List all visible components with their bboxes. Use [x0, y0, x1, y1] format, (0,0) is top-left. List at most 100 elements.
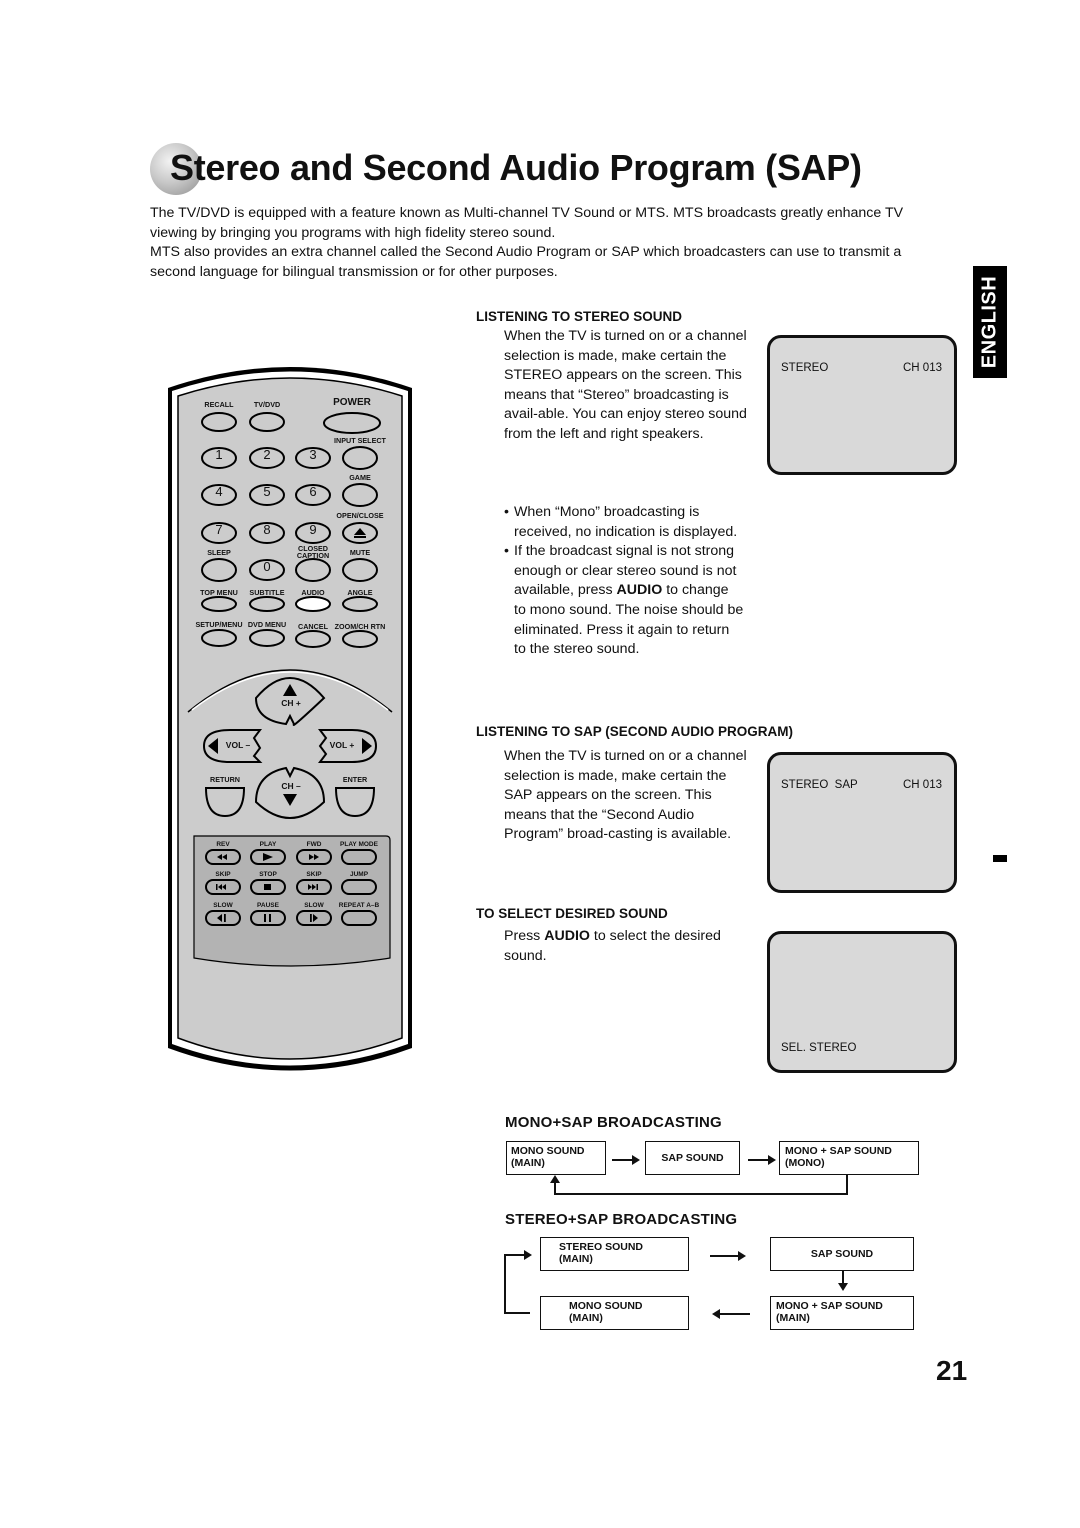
flow-arrow — [710, 1255, 740, 1257]
stereo-section-body: When the TV is turned on or a channel se… — [504, 327, 748, 445]
flow-box-stereo-main: STEREO SOUND (MAIN) — [540, 1237, 689, 1271]
top-menu-label: TOP MENU — [200, 588, 238, 597]
stereo-notes: When “Mono” broadcasting is received, no… — [504, 503, 744, 660]
play-mode-label: PLAY MODE — [340, 841, 378, 848]
cancel-label: CANCEL — [298, 622, 328, 631]
flow-return-line — [504, 1254, 506, 1314]
select-section-body: Press AUDIO to select the desired sound. — [504, 927, 724, 966]
intro-text: The TV/DVD is equipped with a feature kn… — [150, 204, 950, 282]
sleep-label: SLEEP — [207, 548, 231, 557]
tv-screen-select: SEL. STEREO — [767, 931, 957, 1073]
stereo-section-heading: LISTENING TO STEREO SOUND — [476, 309, 683, 324]
subtitle-label: SUBTITLE — [249, 588, 285, 597]
slow-fwd-label: SLOW — [304, 902, 324, 909]
fwd-label: FWD — [306, 841, 322, 848]
angle-label: ANGLE — [347, 588, 373, 597]
page-title: Stereo and Second Audio Program (SAP) — [170, 147, 862, 188]
screen-channel: CH 013 — [903, 779, 942, 791]
slow-back-label: SLOW — [213, 902, 233, 909]
select-description: Press AUDIO to select the desired sound. — [504, 928, 721, 964]
digit-5: 5 — [263, 484, 271, 499]
stereo-description: When the TV is turned on or a channel se… — [504, 328, 747, 442]
sap-section-heading: LISTENING TO SAP (SECOND AUDIO PROGRAM) — [476, 724, 794, 739]
screen-indicator-stereo: STEREO — [781, 362, 829, 374]
zoom-ch-rtn-label: ZOOM/CH RTN — [334, 622, 386, 631]
flow-return-line — [504, 1254, 526, 1256]
note-mono: When “Mono” broadcasting is received, no… — [504, 503, 744, 542]
digit-1: 1 — [215, 447, 223, 462]
select-section-heading: TO SELECT DESIRED SOUND — [476, 906, 668, 921]
open-close-label: OPEN/CLOSE — [336, 511, 384, 520]
tv-screen-stereo: STEREO CH 013 — [767, 335, 957, 475]
remote-labels: RECALL TV/DVD POWER INPUT SELECT GAME OP… — [160, 358, 420, 1118]
arrow-head-icon — [550, 1175, 560, 1183]
rev-label: REV — [216, 841, 230, 848]
arrow-head-icon — [712, 1309, 720, 1319]
setup-menu-label: SETUP/MENU — [195, 620, 243, 629]
jump-label: JUMP — [349, 871, 369, 878]
intro-paragraph: The TV/DVD is equipped with a feature kn… — [150, 205, 904, 241]
recall-label: RECALL — [204, 400, 234, 409]
skip-fwd-label: SKIP — [306, 871, 322, 878]
flow-box-mono-main: MONO SOUND (MAIN) — [540, 1296, 689, 1330]
flow-arrow — [748, 1159, 770, 1161]
margin-mark — [993, 855, 1007, 862]
repeat-ab-label: REPEAT A–B — [338, 902, 380, 909]
language-tab-label: ENGLISH — [978, 275, 1001, 369]
dvd-menu-label: DVD MENU — [247, 620, 287, 629]
input-select-label: INPUT SELECT — [334, 436, 386, 445]
page-number: 21 — [936, 1355, 968, 1386]
game-label: GAME — [349, 473, 371, 482]
power-label: POWER — [333, 397, 371, 408]
ch-minus-label: CH – — [281, 781, 301, 791]
flow-box-mono-main: MONO SOUND (MAIN) — [506, 1141, 606, 1175]
stereo-sap-heading: STEREO+SAP BROADCASTING — [505, 1211, 738, 1228]
flow-box-sap: SAP SOUND — [770, 1237, 914, 1271]
digit-3: 3 — [309, 447, 317, 462]
screen-indicator-sel-stereo: SEL. STEREO — [781, 1042, 857, 1054]
arrow-head-icon — [738, 1251, 746, 1261]
digit-2: 2 — [263, 447, 271, 462]
sap-description: When the TV is turned on or a channel se… — [504, 748, 747, 843]
arrow-head-icon — [838, 1283, 848, 1291]
digit-7: 7 — [215, 522, 223, 537]
digit-8: 8 — [263, 522, 271, 537]
ch-plus-label: CH + — [281, 698, 301, 708]
note-weak-signal: If the broadcast signal is not strong en… — [504, 542, 744, 660]
screen-channel: CH 013 — [903, 362, 942, 374]
language-tab: ENGLISH — [973, 266, 1007, 378]
mono-sap-heading: MONO+SAP BROADCASTING — [505, 1114, 722, 1131]
screen-indicator-stereo-sap: STEREO SAP — [781, 779, 858, 791]
play-label: PLAY — [259, 841, 277, 848]
arrow-head-icon — [524, 1250, 532, 1260]
flow-box-mono-sap-mono: MONO + SAP SOUND (MONO) — [779, 1141, 919, 1175]
audio-label: AUDIO — [301, 588, 325, 597]
digit-4: 4 — [215, 484, 223, 499]
digit-9: 9 — [309, 522, 317, 537]
flow-return-line — [554, 1193, 848, 1195]
flow-return-line — [554, 1182, 556, 1195]
stop-label: STOP — [259, 871, 277, 878]
intro-paragraph: MTS also provides an extra channel calle… — [150, 244, 902, 280]
arrow-head-icon — [768, 1155, 776, 1165]
tv-screen-sap: STEREO SAP CH 013 — [767, 752, 957, 893]
arrow-head-icon — [632, 1155, 640, 1165]
flow-return-line — [504, 1312, 530, 1314]
flow-arrow — [612, 1159, 634, 1161]
sap-section-body: When the TV is turned on or a channel se… — [504, 747, 748, 845]
digit-6: 6 — [309, 484, 317, 499]
vol-minus-label: VOL – — [225, 740, 251, 750]
vol-plus-label: VOL + — [329, 740, 355, 750]
closed-caption-label-2: CAPTION — [296, 551, 330, 560]
flow-arrow — [720, 1313, 750, 1315]
skip-back-label: SKIP — [215, 871, 231, 878]
flow-box-sap: SAP SOUND — [645, 1141, 740, 1175]
flow-box-mono-sap-main: MONO + SAP SOUND (MAIN) — [770, 1296, 914, 1330]
digit-0: 0 — [263, 559, 271, 574]
enter-label: ENTER — [342, 775, 368, 784]
pause-label: PAUSE — [257, 902, 279, 909]
return-label: RETURN — [210, 775, 240, 784]
flow-return-line — [846, 1175, 848, 1195]
mute-label: MUTE — [349, 548, 371, 557]
tvdvd-label: TV/DVD — [253, 400, 281, 409]
